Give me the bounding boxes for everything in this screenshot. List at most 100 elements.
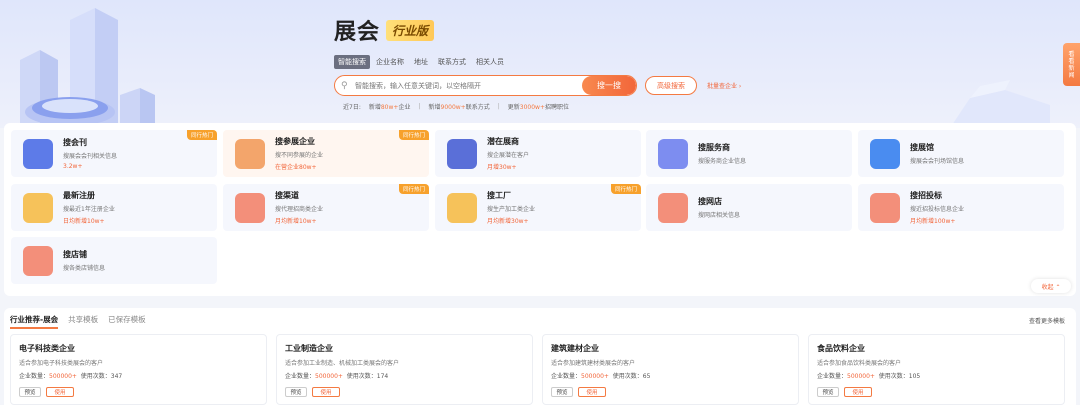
search-button[interactable]: 搜一搜 xyxy=(582,76,636,95)
tab-industry-recommend[interactable]: 行业推荐-展会 xyxy=(10,314,59,329)
feature-desc: 搜代理招商类企业 xyxy=(275,206,324,213)
feature-card-shop[interactable]: 搜店铺 搜各类店铺信息 xyxy=(11,237,217,284)
stat-label: 更新 xyxy=(507,104,520,111)
meta-label: 企业数量： xyxy=(551,373,582,380)
advanced-search-button[interactable]: 高级搜索 xyxy=(645,76,697,95)
exhibitor-icon xyxy=(235,138,265,169)
meta-value: 500000+ xyxy=(49,373,77,380)
feature-stat: 日均新增10w+ xyxy=(63,218,105,225)
building-illustration xyxy=(950,80,1050,128)
side-tab-char: 闻 xyxy=(1068,71,1075,79)
tab-address[interactable]: 地址 xyxy=(410,55,432,69)
use-button[interactable]: 使用 xyxy=(46,387,74,397)
news-side-tab[interactable]: 看 看 新 闻 xyxy=(1063,43,1080,86)
channel-icon xyxy=(235,192,265,223)
side-tab-char: 新 xyxy=(1068,64,1075,72)
collapse-button[interactable]: 收起 ⌃ xyxy=(1031,279,1071,293)
stat-updated-jobs: 更新3000w+招聘职位 xyxy=(508,102,569,111)
feature-card-exhibitors[interactable]: 搜参展企业 搜不同参展的企业 在营企业80w+ 同行热门 xyxy=(223,130,429,177)
search-box: ⚲ 搜一搜 xyxy=(334,75,637,96)
feature-card-catalog[interactable]: 搜会刊 搜展会会刊相关信息 3.2w+ 同行热门 xyxy=(11,130,217,177)
meta-label: 企业数量： xyxy=(285,373,316,380)
feature-panel: 搜会刊 搜展会会刊相关信息 3.2w+ 同行热门 搜参展企业 搜不同参展的企业 在营企业… xyxy=(4,123,1076,296)
meta-value: 174 xyxy=(376,373,389,380)
stat-unit: 联系方式 xyxy=(465,104,490,111)
stat-value: 80w+ xyxy=(380,104,399,111)
meta-value: 347 xyxy=(110,373,123,380)
feature-title: 搜招投标 xyxy=(910,191,942,200)
bidding-icon xyxy=(870,192,900,223)
feature-desc: 搜网店相关信息 xyxy=(698,212,741,219)
feature-stat: 在营企业80w+ xyxy=(275,164,317,171)
template-card: 电子科技类企业 适合参加电子科技类展会的客户 企业数量：500000+ 使用次数… xyxy=(10,334,267,405)
feature-desc: 搜展会会刊相关信息 xyxy=(63,153,118,160)
stat-label: 新增 xyxy=(368,104,381,111)
preview-button[interactable]: 预览 xyxy=(551,387,573,397)
more-templates-link[interactable]: 查看更多模板 xyxy=(1029,316,1065,325)
feature-desc: 搜不同参展的企业 xyxy=(275,152,324,159)
template-tabs: 行业推荐-展会 共享模板 已保存模板 xyxy=(10,314,146,329)
feature-card-bidding[interactable]: 搜招投标 搜近招投标信息企业 月均新增100w+ xyxy=(858,184,1064,231)
template-desc: 适合参加建筑建材类展会的客户 xyxy=(551,360,636,367)
hot-tag: 同行热门 xyxy=(186,130,217,140)
feature-title: 搜会刊 xyxy=(63,138,87,147)
search-input[interactable] xyxy=(355,81,582,90)
hot-tag: 同行热门 xyxy=(398,184,429,194)
use-button[interactable]: 使用 xyxy=(578,387,606,397)
template-desc: 适合参加食品饮料类展会的客户 xyxy=(817,360,902,367)
feature-card-factory[interactable]: 搜工厂 搜生产加工类企业 月均新增30w+ 同行热门 xyxy=(435,184,641,231)
tab-contact[interactable]: 联系方式 xyxy=(434,55,470,69)
stat-unit: 招聘职位 xyxy=(545,104,570,111)
hot-tag: 同行热门 xyxy=(398,130,429,140)
tab-company-name[interactable]: 企业名称 xyxy=(372,55,408,69)
feature-card-venue[interactable]: 搜展馆 搜展会会刊场馆信息 xyxy=(858,130,1064,177)
side-tab-char: 看 xyxy=(1068,57,1075,65)
stat-value: 3000w+ xyxy=(519,104,545,111)
city-illustration xyxy=(20,8,155,128)
brand: 展会 行业版 xyxy=(334,14,435,46)
feature-stat: 月均新增30w+ xyxy=(487,218,529,225)
template-title: 电子科技类企业 xyxy=(19,344,75,353)
edition-badge: 行业版 xyxy=(386,19,435,41)
template-card: 建筑建材企业 适合参加建筑建材类展会的客户 企业数量：500000+ 使用次数：… xyxy=(542,334,799,405)
shop-icon xyxy=(23,245,53,276)
meta-label: 企业数量： xyxy=(817,373,848,380)
brand-title: 展会 xyxy=(334,20,381,45)
tab-saved-templates[interactable]: 已保存模板 xyxy=(108,314,146,329)
weekly-stats: 近7日: 新增80w+企业 | 新增9000w+联系方式 | 更新3000w+招… xyxy=(343,102,569,111)
template-desc: 适合参加工业制造、机械加工类展会的客户 xyxy=(285,360,400,367)
tab-smart-search[interactable]: 智能搜索 xyxy=(334,55,370,69)
feature-card-channel[interactable]: 搜渠道 搜代理招商类企业 月均新增10w+ 同行热门 xyxy=(223,184,429,231)
meta-label: 使用次数： xyxy=(80,373,111,380)
potential-icon xyxy=(447,138,477,169)
use-button[interactable]: 使用 xyxy=(844,387,872,397)
template-desc: 适合参加电子科技类展会的客户 xyxy=(19,360,104,367)
feature-card-service[interactable]: 搜服务商 搜服务商企业信息 xyxy=(646,130,852,177)
meta-value: 500000+ xyxy=(581,373,609,380)
meta-value: 500000+ xyxy=(315,373,343,380)
feature-desc: 搜展会会刊场馆信息 xyxy=(910,158,965,165)
feature-title: 搜店铺 xyxy=(63,250,87,259)
hot-tag: 同行热门 xyxy=(610,184,641,194)
tab-shared-templates[interactable]: 共享模板 xyxy=(68,314,98,329)
batch-lookup-link[interactable]: 批量查企业 › xyxy=(707,81,741,90)
template-title: 工业制造企业 xyxy=(285,344,333,353)
meta-value: 65 xyxy=(642,373,651,380)
feature-card-new-registered[interactable]: 最新注册 搜最近1年注册企业 日均新增10w+ xyxy=(11,184,217,231)
search-mode-tabs: 智能搜索 企业名称 地址 联系方式 相关人员 xyxy=(334,55,508,69)
feature-desc: 搜服务商企业信息 xyxy=(698,158,747,165)
meta-label: 使用次数： xyxy=(346,373,377,380)
preview-button[interactable]: 预览 xyxy=(817,387,839,397)
factory-icon xyxy=(447,192,477,223)
feature-card-potential[interactable]: 潜在展商 搜企展潜在客户 月增30w+ xyxy=(435,130,641,177)
side-tab-char: 看 xyxy=(1068,50,1075,58)
template-title: 建筑建材企业 xyxy=(551,344,599,353)
use-button[interactable]: 使用 xyxy=(312,387,340,397)
feature-title: 潜在展商 xyxy=(487,137,519,146)
tab-people[interactable]: 相关人员 xyxy=(472,55,508,69)
meta-value: 105 xyxy=(908,373,921,380)
preview-button[interactable]: 预览 xyxy=(285,387,307,397)
preview-button[interactable]: 预览 xyxy=(19,387,41,397)
feature-card-online-store[interactable]: 搜网店 搜网店相关信息 xyxy=(646,184,852,231)
template-card: 食品饮料企业 适合参加食品饮料类展会的客户 企业数量：500000+ 使用次数：… xyxy=(808,334,1065,405)
